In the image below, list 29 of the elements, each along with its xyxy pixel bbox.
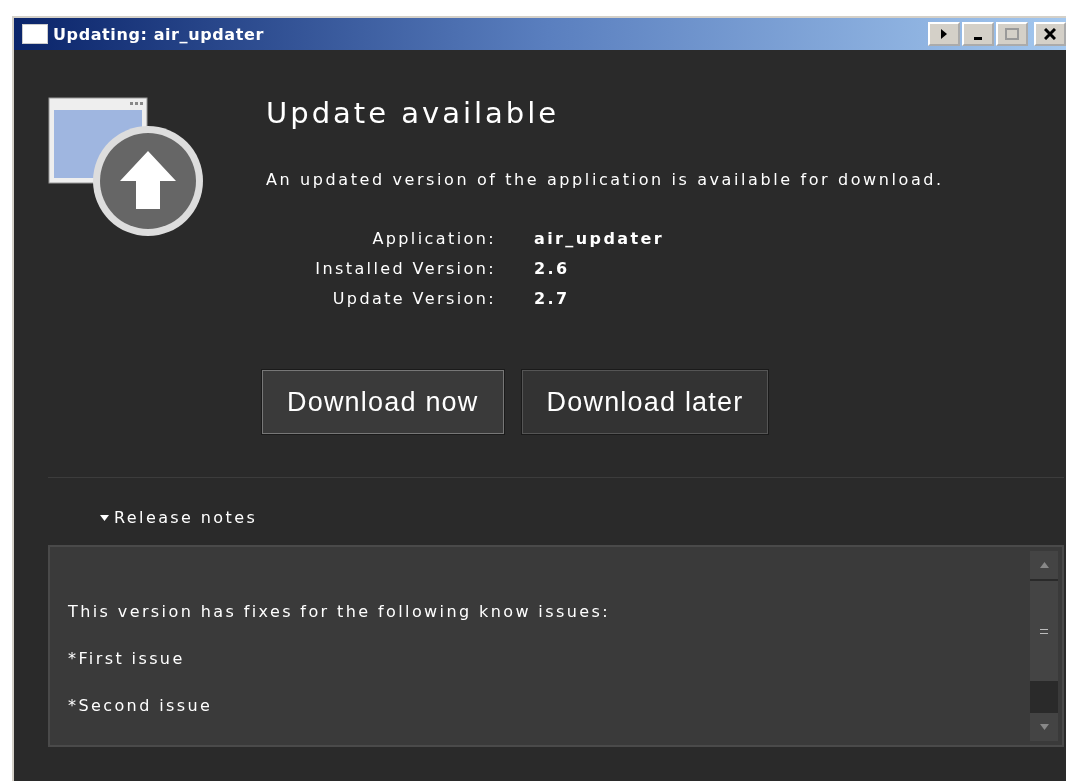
field-label: Application: (371, 229, 496, 248)
field-label: Update Version: (331, 289, 496, 308)
grip-icon (1040, 628, 1048, 634)
note-line: *Second issue (68, 696, 214, 715)
scroll-thumb[interactable] (1030, 581, 1058, 681)
window-title: Updating: air_updater (53, 24, 265, 44)
field-value: 2.6 (534, 259, 571, 278)
play-icon (940, 29, 948, 39)
minimize-icon (974, 36, 982, 40)
field-label: Installed Version: (314, 259, 496, 278)
scroll-down-icon (1039, 724, 1049, 730)
download-button[interactable]: Download later (521, 370, 769, 434)
close-icon (1044, 28, 1056, 40)
caret-down-icon (100, 513, 109, 522)
release-notes-toggle[interactable]: Release notes (100, 508, 258, 527)
maximize-icon (1005, 28, 1019, 40)
dialog-heading: Update available (266, 96, 561, 130)
note-line: *First issue (68, 649, 186, 668)
scrollbar[interactable] (1030, 551, 1058, 741)
close-button[interactable] (1034, 22, 1066, 46)
minimize-button[interactable] (962, 22, 994, 46)
field-value: air_updater (534, 229, 666, 248)
note-line: This version has fixes for the following know issues: (68, 602, 611, 621)
menu-button[interactable] (928, 22, 960, 46)
scroll-up-icon (1039, 562, 1049, 568)
field-value: 2.7 (534, 289, 571, 308)
description-text: An updated version of the application is available for download. (266, 170, 944, 189)
download-button[interactable]: Download now (262, 370, 504, 434)
window-icon (22, 24, 48, 44)
